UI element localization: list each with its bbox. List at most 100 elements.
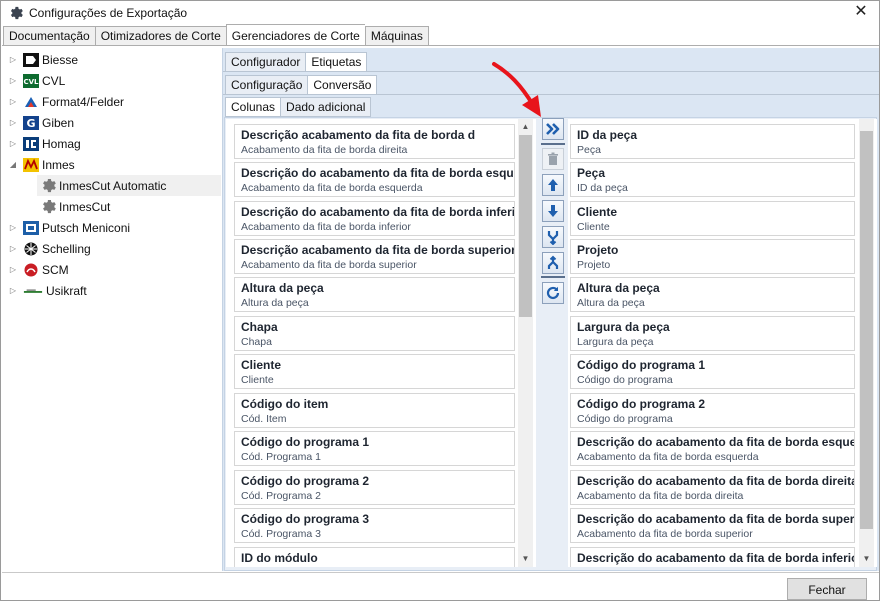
svg-text:CVL: CVL	[23, 78, 39, 86]
expand-arrow-icon[interactable]: ▷	[7, 97, 19, 106]
export-settings-window: Configurações de Exportação ✕ Documentaç…	[0, 0, 880, 601]
split-button[interactable]	[542, 252, 564, 274]
move-down-button[interactable]	[542, 200, 564, 222]
tree-item-label: SCM	[42, 262, 69, 277]
list-item[interactable]: Descrição acabamento da fita de borda su…	[234, 239, 515, 274]
tab-gerenciadores-de-corte[interactable]: Gerenciadores de Corte	[225, 24, 365, 46]
expand-arrow-icon[interactable]: ▷	[7, 265, 19, 274]
collapse-arrow-icon[interactable]: ◢	[7, 160, 19, 169]
list-item[interactable]: Descrição do acabamento da fita de borda…	[570, 431, 855, 466]
close-icon[interactable]: ✕	[853, 4, 869, 20]
add-column-button[interactable]	[542, 118, 564, 140]
list-item-title: Altura da peça	[577, 281, 660, 295]
list-item[interactable]: Altura da peça Altura da peça	[570, 277, 855, 312]
tab-otimizadores-de-corte[interactable]: Otimizadores de Corte	[94, 26, 226, 46]
list-item[interactable]: Descrição do acabamento da fita de borda…	[570, 508, 855, 543]
move-down-icon	[548, 205, 558, 217]
list-item[interactable]: Descrição do acabamento da fita de borda…	[570, 470, 855, 505]
remove-column-button[interactable]	[542, 148, 564, 170]
tree-item-inmes[interactable]: ◢ Inmes	[7, 154, 75, 175]
tree-item-usikraft[interactable]: ▷ Usikraft	[7, 280, 87, 301]
close-button[interactable]: Fechar	[787, 578, 867, 600]
scm-logo-icon	[24, 263, 38, 276]
list-item[interactable]: Descrição do acabamento da fita de borda…	[234, 162, 515, 197]
list-item[interactable]: Código do programa 3 Cód. Programa 3	[234, 508, 515, 543]
scroll-up-icon[interactable]: ▲	[518, 119, 533, 134]
tab-documentacao[interactable]: Documentação	[3, 26, 95, 46]
tree-item-cvl[interactable]: ▷ CVL CVL	[7, 70, 65, 91]
tree-item-schelling[interactable]: ▷ Schelling	[7, 238, 91, 259]
window-title: Configurações de Exportação	[29, 6, 188, 20]
columns-panel: Descrição acabamento da fita de borda d …	[224, 117, 877, 571]
homag-logo-icon	[23, 136, 39, 151]
list-item[interactable]: Largura da peça Largura da peça	[570, 316, 855, 351]
settings-gear-icon	[10, 6, 23, 20]
list-item-title: Código do programa 1	[577, 358, 706, 372]
list-item[interactable]: Código do programa 1 Código do programa	[570, 354, 855, 389]
scroll-thumb[interactable]	[860, 131, 873, 529]
list-item-subtitle: Projeto	[577, 259, 611, 271]
scroll-down-icon[interactable]: ▼	[859, 551, 874, 566]
tree-item-label: CVL	[42, 73, 66, 88]
list-item[interactable]: Descrição do acabamento da fita de borda…	[234, 201, 515, 236]
list-item-title: Projeto	[577, 243, 619, 257]
tree-item-inmescut-automatic[interactable]: InmesCut Automatic	[37, 175, 221, 196]
list-item[interactable]: Chapa Chapa	[234, 316, 515, 351]
expand-arrow-icon[interactable]: ▷	[7, 244, 19, 253]
list-item[interactable]: Peça ID da peça	[570, 162, 855, 197]
list-item[interactable]: Descrição do acabamento da fita de borda…	[570, 547, 855, 567]
expand-arrow-icon[interactable]: ▷	[7, 223, 19, 232]
tab-configurador[interactable]: Configurador	[225, 52, 306, 72]
available-list-scrollbar[interactable]: ▲ ▼	[518, 119, 533, 567]
list-item-subtitle: Cód. Programa 3	[241, 528, 321, 540]
sub-tabs-columns: Colunas Dado adicional	[225, 97, 372, 117]
scroll-down-icon[interactable]: ▼	[518, 551, 533, 566]
list-item[interactable]: Cliente Cliente	[570, 201, 855, 236]
tab-etiquetas[interactable]: Etiquetas	[305, 52, 368, 72]
merge-icon	[547, 231, 559, 245]
sub-tabs-conversion: Configuração Conversão	[225, 75, 378, 95]
tab-configuracao[interactable]: Configuração	[225, 75, 308, 95]
tree-item-putsch-meniconi[interactable]: ▷ Putsch Meniconi	[7, 217, 130, 238]
list-item[interactable]: Altura da peça Altura da peça	[234, 277, 515, 312]
list-item-title: Código do programa 3	[241, 512, 370, 526]
list-item[interactable]: Descrição acabamento da fita de borda d …	[234, 124, 515, 159]
expand-arrow-icon[interactable]: ▷	[7, 55, 19, 64]
expand-arrow-icon[interactable]: ▷	[7, 118, 19, 127]
list-item[interactable]: ID da peça Peça	[570, 124, 855, 159]
list-item-subtitle: Código do programa	[577, 413, 673, 425]
biesse-logo-icon	[23, 52, 39, 67]
expand-arrow-icon[interactable]: ▷	[7, 286, 19, 295]
list-item[interactable]: Código do programa 1 Cód. Programa 1	[234, 431, 515, 466]
tree-item-homag[interactable]: ▷ Homag	[7, 133, 81, 154]
expand-arrow-icon[interactable]: ▷	[7, 76, 19, 85]
tree-item-format4[interactable]: ▷ Format4/Felder	[7, 91, 124, 112]
selected-list-scrollbar[interactable]: ▼	[859, 119, 874, 567]
move-up-button[interactable]	[542, 174, 564, 196]
list-item-title: Peça	[577, 166, 606, 180]
tree-item-label: InmesCut Automatic	[59, 178, 167, 193]
list-item-subtitle: Cliente	[241, 374, 274, 386]
list-item[interactable]: Projeto Projeto	[570, 239, 855, 274]
list-item[interactable]: Código do programa 2 Cód. Programa 2	[234, 470, 515, 505]
list-item-title: Descrição do acabamento da fita de borda…	[577, 435, 854, 449]
tab-dado-adicional[interactable]: Dado adicional	[280, 97, 372, 117]
list-item[interactable]: Código do item Cód. Item	[234, 393, 515, 428]
list-item[interactable]: Cliente Cliente	[234, 354, 515, 389]
refresh-button[interactable]	[542, 282, 564, 304]
merge-button[interactable]	[542, 226, 564, 248]
list-item-subtitle: Acabamento da fita de borda inferior	[241, 221, 411, 233]
list-item[interactable]: Código do programa 2 Código do programa	[570, 393, 855, 428]
tab-colunas[interactable]: Colunas	[225, 97, 281, 117]
list-item[interactable]: ID do módulo	[234, 547, 515, 567]
list-item-subtitle: Cód. Programa 1	[241, 451, 321, 463]
tab-conversao[interactable]: Conversão	[307, 75, 378, 95]
main-tabs: Documentação Otimizadores de Corte Geren…	[3, 24, 429, 46]
tree-item-scm[interactable]: ▷ SCM	[7, 259, 69, 280]
tab-maquinas[interactable]: Máquinas	[364, 26, 429, 46]
expand-arrow-icon[interactable]: ▷	[7, 139, 19, 148]
tree-item-giben[interactable]: ▷ G Giben	[7, 112, 74, 133]
scroll-thumb[interactable]	[519, 135, 532, 317]
tree-item-biesse[interactable]: ▷ Biesse	[7, 49, 78, 70]
tree-item-inmescut[interactable]: InmesCut	[37, 196, 110, 217]
